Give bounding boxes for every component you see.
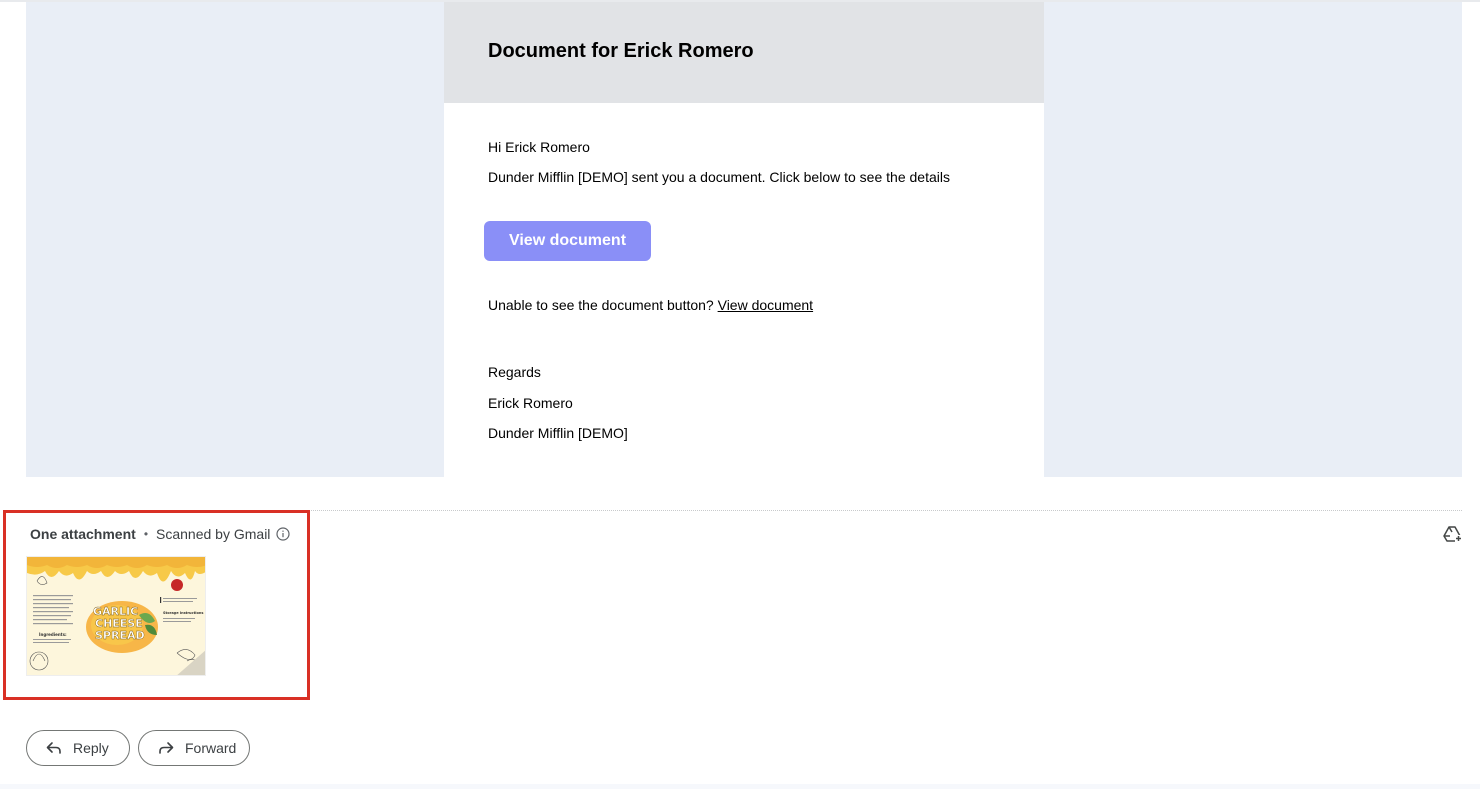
email-card: Document for Erick Romero Hi Erick Romer… bbox=[444, 2, 1044, 477]
reply-label: Reply bbox=[73, 740, 109, 756]
forward-button[interactable]: Forward bbox=[138, 730, 250, 766]
reply-arrow-icon bbox=[46, 742, 61, 754]
scanned-by-gmail-text: Scanned by Gmail bbox=[156, 526, 271, 542]
fallback-text: Unable to see the document button? bbox=[488, 297, 714, 313]
info-icon[interactable] bbox=[276, 527, 291, 541]
reply-button[interactable]: Reply bbox=[26, 730, 130, 766]
thumb-title-line-3: SPREAD bbox=[95, 629, 145, 642]
view-document-button[interactable]: View document bbox=[484, 221, 651, 261]
email-header: Document for Erick Romero bbox=[444, 2, 1044, 103]
attachment-thumbnail[interactable]: GARLIC CHEESE SPREAD Ingredients: Storag… bbox=[26, 556, 206, 676]
fallback-line: Unable to see the document button? View … bbox=[488, 296, 813, 314]
header-separator: • bbox=[143, 527, 149, 541]
forward-label: Forward bbox=[185, 740, 237, 756]
forward-arrow-icon bbox=[159, 742, 174, 754]
intro-text: Dunder Mifflin [DEMO] sent you a documen… bbox=[488, 169, 950, 185]
add-to-drive-icon[interactable] bbox=[1442, 524, 1462, 544]
attachments-header: One attachment • Scanned by Gmail bbox=[30, 525, 291, 543]
garlic-cheese-spread-preview: GARLIC CHEESE SPREAD Ingredients: Storag… bbox=[27, 557, 205, 675]
view-document-link[interactable]: View document bbox=[718, 297, 813, 313]
greeting-text: Hi Erick Romero bbox=[488, 139, 590, 155]
bottom-strip bbox=[0, 784, 1480, 789]
signature-name: Erick Romero bbox=[488, 395, 573, 411]
regards-text: Regards bbox=[488, 364, 541, 380]
email-title: Document for Erick Romero bbox=[488, 40, 754, 62]
thumb-ingredients-heading: Ingredients: bbox=[39, 632, 67, 637]
attachment-count: One attachment bbox=[30, 526, 136, 542]
thumb-storage-heading: Storage Instructions bbox=[163, 611, 203, 615]
signature-company: Dunder Mifflin [DEMO] bbox=[488, 425, 628, 441]
